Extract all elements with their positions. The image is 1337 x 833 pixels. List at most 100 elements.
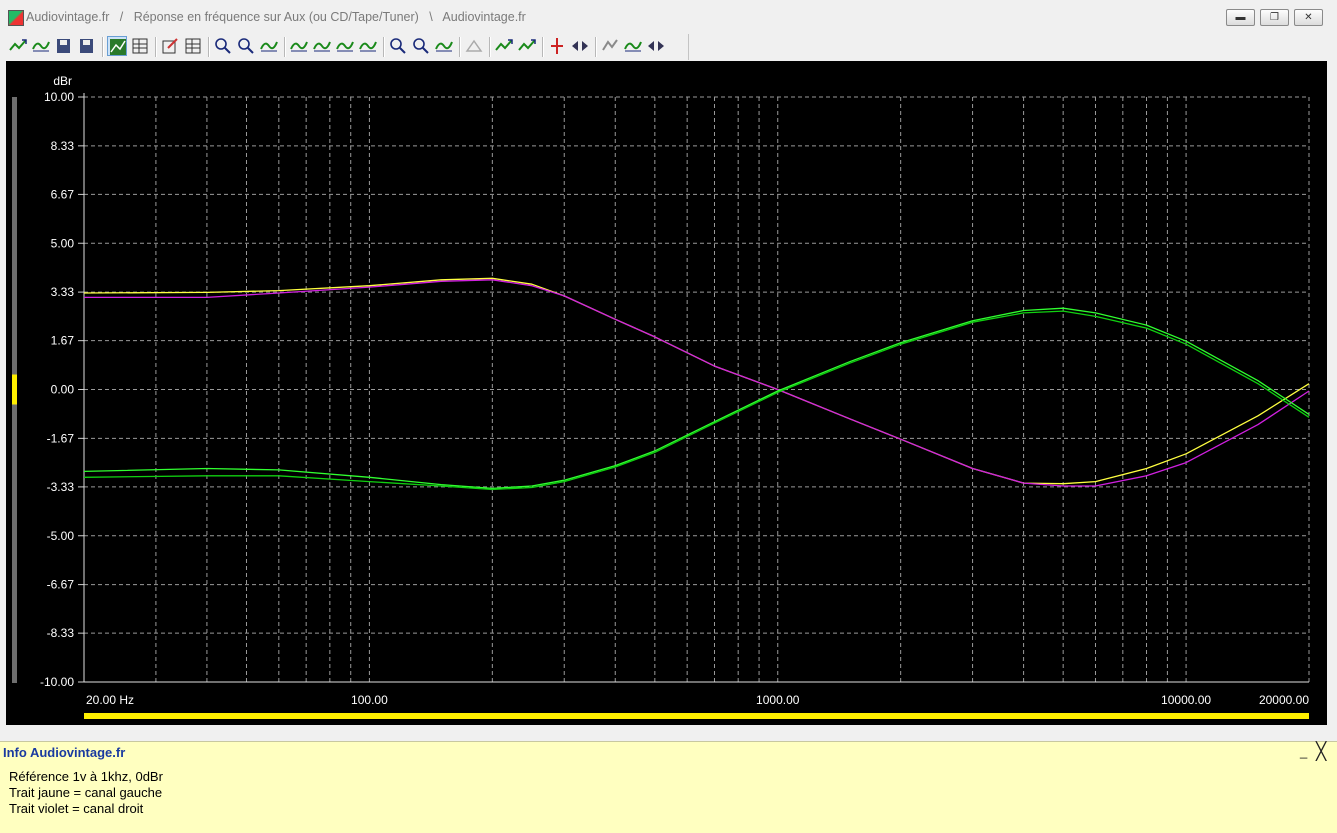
y-tick-label: -5.00 [47, 529, 75, 543]
frequency-response-chart: 10.00 8.33 6.67 5.00 3.33 1.67 0.00 -1.67 -3.33 -… [12, 74, 1310, 719]
info-panel: Info Audiovintage.fr _ ╳ Référence 1v à … [0, 741, 1337, 833]
copy-icon [80, 39, 93, 53]
zoom-y-button[interactable] [236, 36, 256, 56]
x-tick-label: 20.00 Hz [86, 693, 134, 707]
app-icon [8, 10, 24, 26]
fit-curve-button[interactable] [259, 36, 279, 56]
graph-view-icon [110, 39, 126, 55]
fit-curve-icon [260, 41, 278, 52]
series-line-2 [84, 279, 1310, 487]
toolbar-separator [489, 37, 491, 57]
grid-points-icon [185, 38, 201, 54]
toolbar-separator [155, 37, 157, 57]
marker-down-button[interactable] [517, 36, 537, 56]
toolbar [8, 34, 1337, 60]
limit-button[interactable] [600, 36, 620, 56]
info-close-button[interactable]: ╳ [1316, 742, 1326, 762]
zoom-in-button[interactable] [388, 36, 408, 56]
zoom-out-button[interactable] [411, 36, 431, 56]
zoom-x-button[interactable] [213, 36, 233, 56]
y-tick-label: 0.00 [51, 383, 75, 397]
y-tick-label: -1.67 [47, 431, 75, 445]
save-button[interactable] [54, 36, 74, 56]
series-line-4 [83, 310, 1310, 491]
y-tick-label: -3.33 [47, 480, 75, 494]
toolbar-separator [459, 37, 461, 57]
wave-button[interactable] [31, 36, 51, 56]
edit-button[interactable] [160, 36, 180, 56]
toolbar-separator [542, 37, 544, 57]
series-line-3 [83, 307, 1310, 490]
add-curve-button[interactable] [8, 36, 28, 56]
y-tick-label: 5.00 [51, 236, 75, 250]
info-minimize-button[interactable]: _ [1300, 744, 1307, 759]
toolbar-separator [284, 37, 286, 57]
curve-step-button[interactable] [358, 36, 378, 56]
zoom-out-icon [413, 38, 429, 54]
level-slider-thumb[interactable] [12, 374, 17, 405]
close-button[interactable]: ✕ [1294, 9, 1323, 26]
measure-button[interactable] [547, 36, 567, 56]
toolbar-separator [102, 37, 104, 57]
limit-icon [602, 39, 618, 51]
toolbar-separator [595, 37, 597, 57]
reset-curve-icon [435, 41, 453, 52]
zoom-in-icon [390, 38, 406, 54]
info-line-left-channel: Trait jaune = canal gauche [9, 785, 163, 800]
zoom-y-icon [238, 38, 254, 54]
y-tick-label: 1.67 [51, 334, 75, 348]
reset-curve-button[interactable] [434, 36, 454, 56]
y-axis-label: dBr [53, 74, 72, 88]
disabled-icon [465, 39, 483, 52]
curve-up-icon [290, 41, 308, 52]
y-tick-label: 6.67 [51, 187, 75, 201]
settings-icon [648, 41, 664, 51]
measure-icon [551, 38, 563, 54]
marker-up-icon [495, 39, 513, 51]
x-tick-label: 20000.00 [1259, 693, 1309, 707]
frequency-range-bar[interactable] [84, 713, 1309, 719]
curve-down-button[interactable] [312, 36, 332, 56]
series-line-1 [83, 277, 1310, 485]
toolbar-separator [383, 37, 385, 57]
compare-button[interactable] [623, 36, 643, 56]
copy-button[interactable] [77, 36, 97, 56]
info-line-reference: Référence 1v à 1khz, 0dBr [9, 769, 163, 784]
arrows-icon [572, 41, 588, 51]
edit-icon [162, 38, 178, 54]
save-icon [57, 39, 70, 53]
x-tick-label: 100.00 [351, 693, 388, 707]
restore-button[interactable]: ❐ [1260, 9, 1289, 26]
graph-view-button[interactable] [107, 36, 127, 56]
grid-points-button[interactable] [183, 36, 203, 56]
settings-button[interactable] [646, 36, 666, 56]
y-tick-label: 3.33 [51, 285, 75, 299]
add-curve-icon [9, 39, 27, 51]
y-tick-label: -6.67 [47, 578, 75, 592]
window-title: Audiovintage.fr / Réponse en fréquence s… [26, 10, 526, 24]
y-tick-label: -10.00 [40, 675, 74, 689]
compare-icon [624, 41, 642, 52]
curve-down-icon [313, 41, 331, 52]
disabled-button[interactable] [464, 36, 484, 56]
arrows-button[interactable] [570, 36, 590, 56]
toolbar-end-divider [688, 34, 689, 60]
title-bar: Audiovintage.fr / Réponse en fréquence s… [0, 0, 1337, 34]
table-view-icon [132, 38, 148, 54]
curve-up-button[interactable] [289, 36, 309, 56]
curve-shift-button[interactable] [335, 36, 355, 56]
minimize-button[interactable]: ▬ [1226, 9, 1255, 26]
table-view-button[interactable] [130, 36, 150, 56]
y-tick-label: 8.33 [51, 139, 75, 153]
marker-down-icon [518, 39, 536, 51]
marker-up-button[interactable] [494, 36, 514, 56]
y-tick-label: -8.33 [47, 626, 75, 640]
zoom-x-icon [215, 38, 231, 54]
y-tick-label: 10.00 [44, 90, 74, 104]
chart-area: 10.00 8.33 6.67 5.00 3.33 1.67 0.00 -1.67 -3.33 -… [6, 61, 1327, 725]
curve-shift-icon [336, 41, 354, 52]
toolbar-separator [208, 37, 210, 57]
curve-step-icon [359, 41, 377, 52]
x-tick-label: 1000.00 [756, 693, 800, 707]
info-line-right-channel: Trait violet = canal droit [9, 801, 144, 816]
